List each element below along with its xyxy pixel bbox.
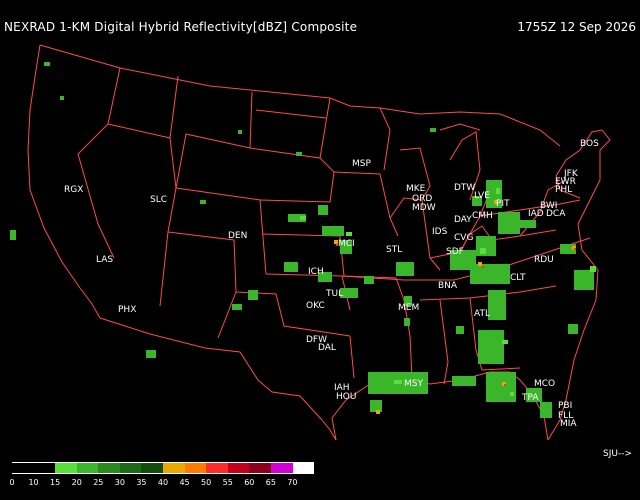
city-label: DTW [454,183,475,193]
city-label: SLC [150,195,167,205]
city-label: PHL [555,185,572,195]
city-label: RGX [64,185,83,195]
city-label: MDW [412,203,436,213]
city-label: STL [386,245,402,255]
radar-map: BOS JFK EWR PHL BWI IAD DCA PIT LVE CMH … [10,44,611,441]
puerto-rico-link[interactable]: SJU--> [603,449,632,459]
city-label: BOS [580,139,599,149]
legend-tick-label: 0 [9,478,15,487]
city-label: BNA [438,281,458,291]
city-label: LAS [96,255,113,265]
city-label: PBI [558,401,572,411]
city-label: IAD [528,209,544,219]
city-label: DAY [454,215,472,225]
city-label: DCA [546,209,566,219]
city-label: MSP [352,159,371,169]
city-label: MCO [534,379,555,389]
city-label: DAL [318,343,336,353]
city-label: SDF [446,247,464,257]
city-labels: BOS JFK EWR PHL BWI IAD DCA PIT LVE CMH … [64,139,599,429]
city-label: ATL [474,309,490,319]
legend-tick-label: 40 [157,478,169,487]
legend-tick-label: 65 [265,478,276,487]
city-label: TUL [325,289,343,299]
legend-tick-label: 45 [179,478,190,487]
legend-tick-label: 15 [50,478,61,487]
city-label: MKE [406,184,426,194]
city-label: MSY [404,379,423,389]
legend-ticks: 0 10 15 20 25 30 35 40 45 50 55 60 65 70 [0,478,340,492]
city-label: IDS [432,227,448,237]
city-label: RDU [534,255,554,265]
city-label: PHX [118,305,136,315]
city-label: CMH [472,211,493,221]
legend-tick-label: 10 [28,478,39,487]
legend-tick-label: 20 [71,478,82,487]
city-label: OKC [306,301,325,311]
city-label: CVG [454,233,473,243]
legend-tick-label: 70 [287,478,298,487]
legend-frame [12,462,314,474]
city-label: DEN [228,231,247,241]
city-label: CLT [510,273,526,283]
city-label: PIT [496,199,510,209]
city-label: MIA [560,419,577,429]
city-label: LVE [474,191,490,201]
legend-tick-label: 35 [136,478,147,487]
legend-tick-label: 50 [201,478,212,487]
city-label: MEM [398,303,419,313]
legend-tick-label: 25 [93,478,104,487]
state-borders [27,44,611,441]
legend-tick-label: 55 [222,478,233,487]
city-label: HOU [336,392,356,402]
legend-tick-label: 60 [244,478,255,487]
city-label: MCI [338,239,355,249]
legend-tick-label: 30 [114,478,125,487]
city-label: ICH [308,267,324,277]
city-label: TPA [521,393,539,403]
